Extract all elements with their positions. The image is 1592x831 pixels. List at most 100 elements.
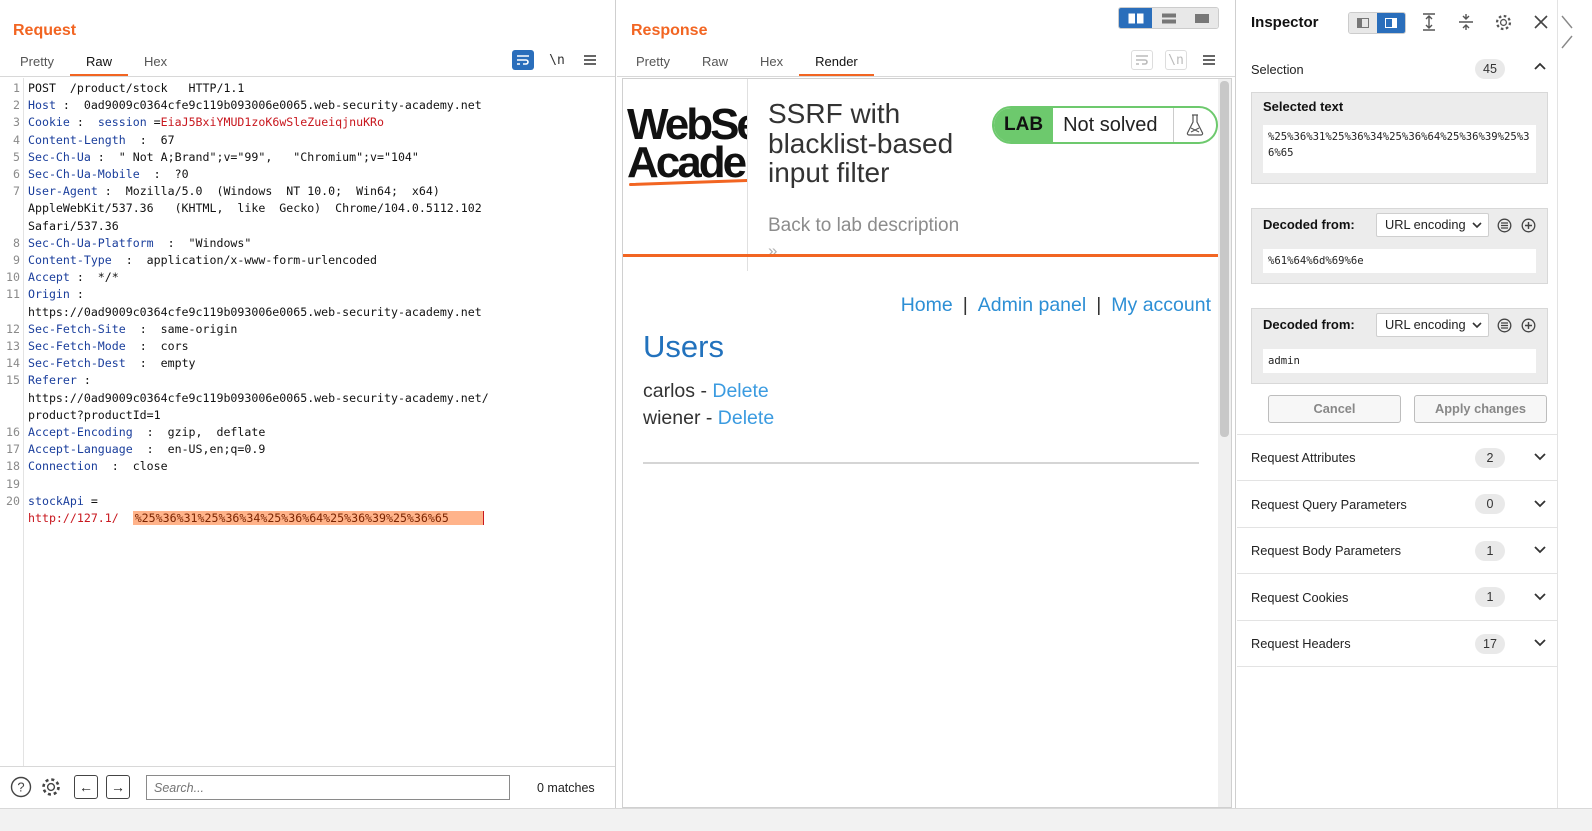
nav-home-link[interactable]: Home xyxy=(901,294,953,317)
scrollbar-thumb[interactable] xyxy=(1220,81,1229,437)
header-key: Sec-Fetch-Site xyxy=(28,321,126,336)
inspector-layout-left-button[interactable] xyxy=(1349,13,1377,33)
collapse-panel-icon[interactable] xyxy=(1560,12,1574,52)
request-menu-button[interactable] xyxy=(579,50,601,70)
code-line: 17 Accept-Language : en-US,en;q=0.9 xyxy=(0,441,615,458)
expand-all-button[interactable] xyxy=(1421,13,1437,36)
encoding-select[interactable]: URL encoding xyxy=(1376,313,1489,337)
section-request-cookies[interactable]: Request Cookies 1 xyxy=(1237,575,1557,621)
code-line: 5 Sec-Ch-Ua : " Not A;Brand";v="99", "Chr… xyxy=(0,149,615,166)
next-match-button[interactable]: → xyxy=(106,775,130,799)
selection-label: Selection xyxy=(1251,61,1304,77)
tab-hex[interactable]: Hex xyxy=(744,54,799,76)
section-label: Request Attributes xyxy=(1251,450,1356,465)
lab-title: SSRF with blacklist-based input filter xyxy=(768,98,954,188)
encoding-value: URL encoding xyxy=(1385,317,1466,332)
arrow-left-icon: ← xyxy=(79,779,93,795)
code-text: https://0ad9009c0364cfe9c119b093006e0065… xyxy=(28,390,489,405)
remove-decode-button[interactable] xyxy=(1496,217,1512,233)
header-key: Sec-Fetch-Dest xyxy=(28,356,126,371)
inspector-panel: Inspector Selection 45 Selected text %25… xyxy=(1237,0,1557,820)
request-editor[interactable]: 1 POST /product/stock HTTP/1.1 2 Host : 0ad… xyxy=(0,78,615,766)
wrap-lines-button[interactable] xyxy=(512,50,534,70)
settings-button[interactable] xyxy=(39,775,63,799)
add-decode-button[interactable] xyxy=(1520,217,1536,233)
nav-admin-panel-link[interactable]: Admin panel xyxy=(978,294,1086,317)
layout-tabs-button[interactable] xyxy=(1185,8,1218,28)
user-name: carlos xyxy=(643,380,696,402)
code-text: : cors xyxy=(125,339,189,354)
inspector-settings-button[interactable] xyxy=(1494,13,1513,37)
gear-icon xyxy=(42,778,60,796)
url-text: http://127.1/ xyxy=(28,511,133,526)
show-newlines-button[interactable]: \n xyxy=(1165,50,1187,70)
code-line: Safari/537.36 xyxy=(0,218,615,235)
decoded-value-2[interactable]: admin xyxy=(1263,349,1536,373)
line-content: Content-Type : application/x-www-form-ur… xyxy=(20,252,615,269)
line-content: Sec-Fetch-Mode : cors xyxy=(20,338,615,355)
collapse-all-button[interactable] xyxy=(1458,13,1474,36)
section-request-query-parameters[interactable]: Request Query Parameters 0 xyxy=(1237,482,1557,528)
request-title: Request xyxy=(13,22,77,39)
response-menu-button[interactable] xyxy=(1198,50,1220,70)
close-inspector-button[interactable] xyxy=(1534,15,1548,34)
encoding-select[interactable]: URL encoding xyxy=(1376,213,1489,237)
cancel-button[interactable]: Cancel xyxy=(1268,395,1401,423)
layout-side-by-side-button[interactable] xyxy=(1119,8,1152,28)
header-key: Sec-Fetch-Mode xyxy=(28,339,126,354)
line-number: 17 xyxy=(6,442,20,457)
response-title: Response xyxy=(631,22,708,39)
nav-my-account-link[interactable]: My account xyxy=(1111,294,1211,317)
add-decode-button[interactable] xyxy=(1520,317,1536,333)
selected-text-box: Selected text %25%36%31%25%36%34%25%36%6… xyxy=(1251,92,1548,184)
add-layer-icon xyxy=(1521,318,1535,332)
selected-text[interactable]: %25%36%31%25%36%34%25%36%64%25%36%39%25%… xyxy=(132,511,484,526)
previous-match-button[interactable]: ← xyxy=(74,775,98,799)
response-tabs: Pretty Raw Hex Render xyxy=(620,54,874,76)
tab-pretty[interactable]: Pretty xyxy=(620,54,686,76)
request-tabs: Pretty Raw Hex xyxy=(4,54,183,76)
apply-changes-button[interactable]: Apply changes xyxy=(1414,395,1547,423)
columns-icon xyxy=(1128,13,1143,23)
help-button[interactable]: ? xyxy=(9,775,33,799)
close-icon xyxy=(1534,15,1548,29)
layout-stacked-button[interactable] xyxy=(1152,8,1185,28)
line-content: Sec-Fetch-Dest : empty xyxy=(20,355,615,372)
lab-status: Not solved xyxy=(1063,113,1158,136)
tab-raw[interactable]: Raw xyxy=(69,54,128,76)
search-input[interactable] xyxy=(146,775,510,800)
remove-decode-button[interactable] xyxy=(1496,317,1512,333)
tabs-divider xyxy=(617,76,1235,77)
render-scrollbar[interactable] xyxy=(1218,79,1231,807)
help-icon: ? xyxy=(10,776,32,798)
panel-left-icon xyxy=(1357,18,1369,28)
line-number: 11 xyxy=(6,287,20,302)
selection-section-header[interactable]: Selection 45 xyxy=(1237,46,1557,92)
inspector-layout-right-button[interactable] xyxy=(1377,13,1405,33)
delete-user-link[interactable]: Delete xyxy=(718,407,774,429)
code-text: : ?0 xyxy=(139,167,189,182)
tab-render[interactable]: Render xyxy=(799,54,874,76)
show-newlines-button[interactable]: \n xyxy=(546,50,568,70)
users-heading: Users xyxy=(643,329,724,364)
back-to-lab-link[interactable]: Back to lab description xyxy=(768,215,959,237)
selected-text-value[interactable]: %25%36%31%25%36%34%25%36%64%25%36%39%25%… xyxy=(1263,125,1536,173)
inspector-title: Inspector xyxy=(1251,14,1319,31)
section-request-headers[interactable]: Request Headers 17 xyxy=(1237,621,1557,667)
section-request-body-parameters[interactable]: Request Body Parameters 1 xyxy=(1237,528,1557,574)
decoded-value-1[interactable]: %61%64%6d%69%6e xyxy=(1263,249,1536,273)
section-count: 1 xyxy=(1475,587,1505,607)
delete-user-link[interactable]: Delete xyxy=(712,380,768,402)
code-text: : "Windows" xyxy=(153,235,252,250)
tab-raw[interactable]: Raw xyxy=(686,54,744,76)
tabs-divider xyxy=(0,76,615,77)
section-request-attributes[interactable]: Request Attributes 2 xyxy=(1237,435,1557,481)
code-text: : application/x-www-form-urlencoded xyxy=(111,253,378,268)
tab-pretty[interactable]: Pretty xyxy=(4,54,70,76)
wrap-lines-button[interactable] xyxy=(1131,50,1153,70)
tab-hex[interactable]: Hex xyxy=(128,54,183,76)
line-content: Accept : */* xyxy=(20,269,615,286)
chevron-right-icon: » xyxy=(768,241,778,260)
header-key: Connection xyxy=(28,459,98,474)
line-number: 3 xyxy=(13,115,20,130)
